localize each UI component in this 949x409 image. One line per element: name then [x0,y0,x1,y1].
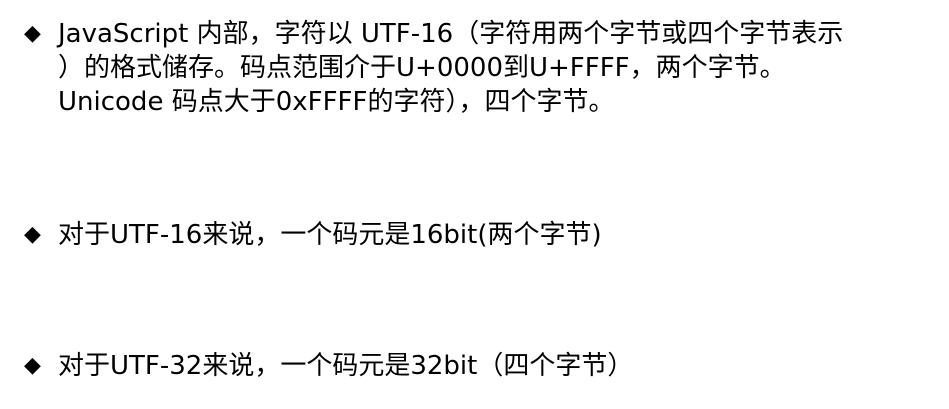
diamond-bullet-icon: ◆ [24,222,41,247]
bullet-item-utf32-code-unit: ◆ 对于UTF-32来说，一个码元是32bit（四个字节） [24,349,633,383]
bullet-text: 对于UTF-32来说，一个码元是32bit（四个字节） [58,351,634,381]
diamond-bullet-icon: ◆ [24,21,41,46]
diamond-bullet-icon: ◆ [24,353,41,378]
bullet-text: 对于UTF-16来说，一个码元是16bit(两个字节) [58,220,602,250]
bullet-item-utf16-code-unit: ◆ 对于UTF-16来说，一个码元是16bit(两个字节) [24,218,602,252]
bullet-item-utf16-storage: ◆ JavaScript 内部，字符以 UTF-16（字符用两个字节或四个字节表… [24,17,843,119]
bullet-text: JavaScript 内部，字符以 UTF-16（字符用两个字节或四个字节表示 … [58,19,844,117]
